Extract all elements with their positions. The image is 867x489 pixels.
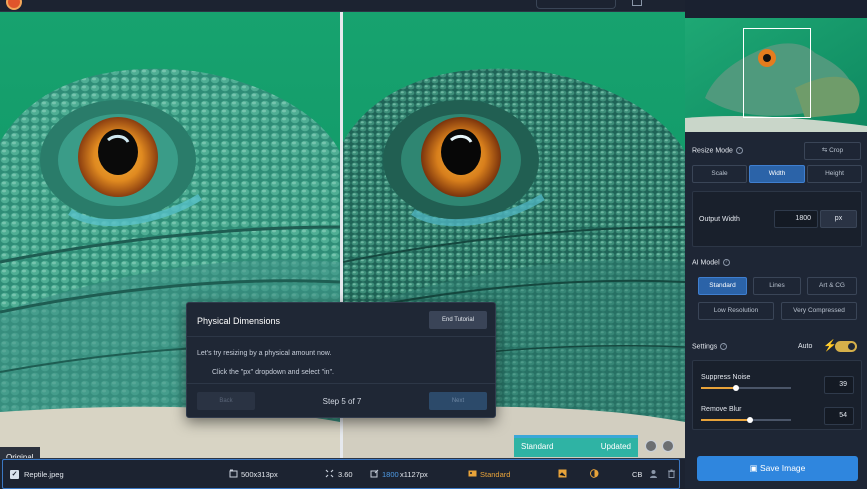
mode-width-button[interactable]: Width (749, 165, 805, 183)
settings-panel: Suppress Noise 39 Remove Blur 54 (692, 360, 862, 430)
output-width-input[interactable]: 1800 (774, 210, 818, 228)
remove-blur-fill (701, 419, 750, 421)
output-size-icon (370, 469, 379, 478)
trash-icon[interactable] (667, 469, 676, 478)
resize-mode-label: Resize Mode? (692, 147, 743, 154)
remove-blur-input[interactable]: 54 (824, 407, 854, 425)
settings-label: Settings? (692, 343, 728, 350)
output-width-label: Output Width (699, 216, 740, 223)
suppress-noise-knob[interactable] (733, 385, 740, 391)
output-width-panel: Output Width 1800 px (692, 191, 862, 247)
help-icon[interactable]: ? (722, 259, 730, 266)
output-width: 1800 (382, 470, 399, 479)
model-status-badge: Standard Updated (514, 435, 638, 457)
navigator-thumbnail[interactable] (685, 18, 867, 132)
top-bar (0, 0, 685, 12)
ai-model-label: AI Model? (692, 259, 730, 266)
model-standard-button[interactable]: Standard (698, 277, 747, 295)
format-label: CB (632, 470, 643, 479)
viewport-frame[interactable] (743, 28, 811, 118)
model-low-resolution-button[interactable]: Low Resolution (698, 302, 774, 320)
image-size-icon (229, 469, 238, 478)
tutorial-header: Physical Dimensions End Tutorial (187, 303, 495, 337)
mode-height-button[interactable]: Height (807, 165, 862, 183)
suppress-noise-label: Suppress Noise (701, 374, 751, 381)
output-height: x1127px (400, 470, 428, 479)
crop-button[interactable]: ⇆ Crop (804, 142, 861, 160)
tutorial-dialog: Physical Dimensions End Tutorial Let's t… (186, 302, 496, 418)
app-logo-icon (6, 0, 22, 10)
remove-blur-label: Remove Blur (701, 406, 742, 413)
compare-view-icon[interactable] (645, 440, 657, 452)
model-art-cg-button[interactable]: Art & CG (807, 277, 857, 295)
mode-scale-button[interactable]: Scale (692, 165, 747, 183)
tutorial-line-1: Let's try resizing by a physical amount … (197, 350, 332, 357)
contrast-icon[interactable] (590, 469, 599, 478)
end-tutorial-button[interactable]: End Tutorial (429, 311, 487, 329)
save-icon: ▣ (749, 463, 758, 473)
original-label: Original (0, 447, 40, 458)
top-tab[interactable] (536, 0, 616, 9)
tutorial-title: Physical Dimensions (197, 316, 281, 326)
model-name: Standard (480, 470, 511, 479)
tutorial-divider (187, 383, 495, 384)
auto-label: Auto (798, 343, 813, 350)
file-checkbox[interactable]: ✓ (10, 470, 19, 479)
scale-arrows-icon (325, 469, 334, 478)
original-size: 500x313px (241, 470, 278, 479)
sidebar-top-strip (685, 0, 867, 18)
person-icon[interactable] (649, 469, 658, 478)
remove-blur-knob[interactable] (746, 417, 753, 423)
model-lines-button[interactable]: Lines (753, 277, 801, 295)
suppress-noise-fill (701, 387, 737, 389)
file-list-bar: ✓ Reptile.jpeg 500x313px 3.60 1800 x1127… (0, 458, 685, 489)
suppress-noise-input[interactable]: 39 (824, 376, 854, 394)
save-image-button[interactable]: ▣ Save Image (697, 456, 858, 481)
unit-dropdown[interactable]: px (820, 210, 857, 228)
help-icon[interactable]: ? (720, 343, 728, 350)
file-name: Reptile.jpeg (24, 470, 64, 479)
model-icon (468, 470, 477, 477)
model-very-compressed-button[interactable]: Very Compressed (781, 302, 857, 320)
model-status: Updated (600, 442, 631, 451)
tutorial-next-button[interactable]: Next (429, 392, 487, 410)
auto-toggle[interactable] (835, 341, 857, 352)
tutorial-line-2: Click the "px" dropdown and select "in". (212, 369, 335, 376)
suppress-noise-slider[interactable] (701, 385, 791, 391)
app-window: Original Standard Updated Physical Dimen… (0, 0, 867, 489)
help-icon[interactable]: ? (735, 147, 743, 154)
file-row[interactable]: ✓ Reptile.jpeg 500x313px 3.60 1800 x1127… (2, 459, 680, 489)
remove-blur-slider[interactable] (701, 417, 791, 423)
feedback-face-icon[interactable] (662, 440, 674, 452)
settings-sidebar: Resize Mode? ⇆ Crop Scale Width Height O… (685, 0, 867, 489)
model-name: Standard (521, 442, 554, 451)
scale-factor: 3.60 (338, 470, 353, 479)
enhance-icon[interactable] (558, 469, 567, 478)
layout-icon[interactable] (632, 0, 642, 6)
